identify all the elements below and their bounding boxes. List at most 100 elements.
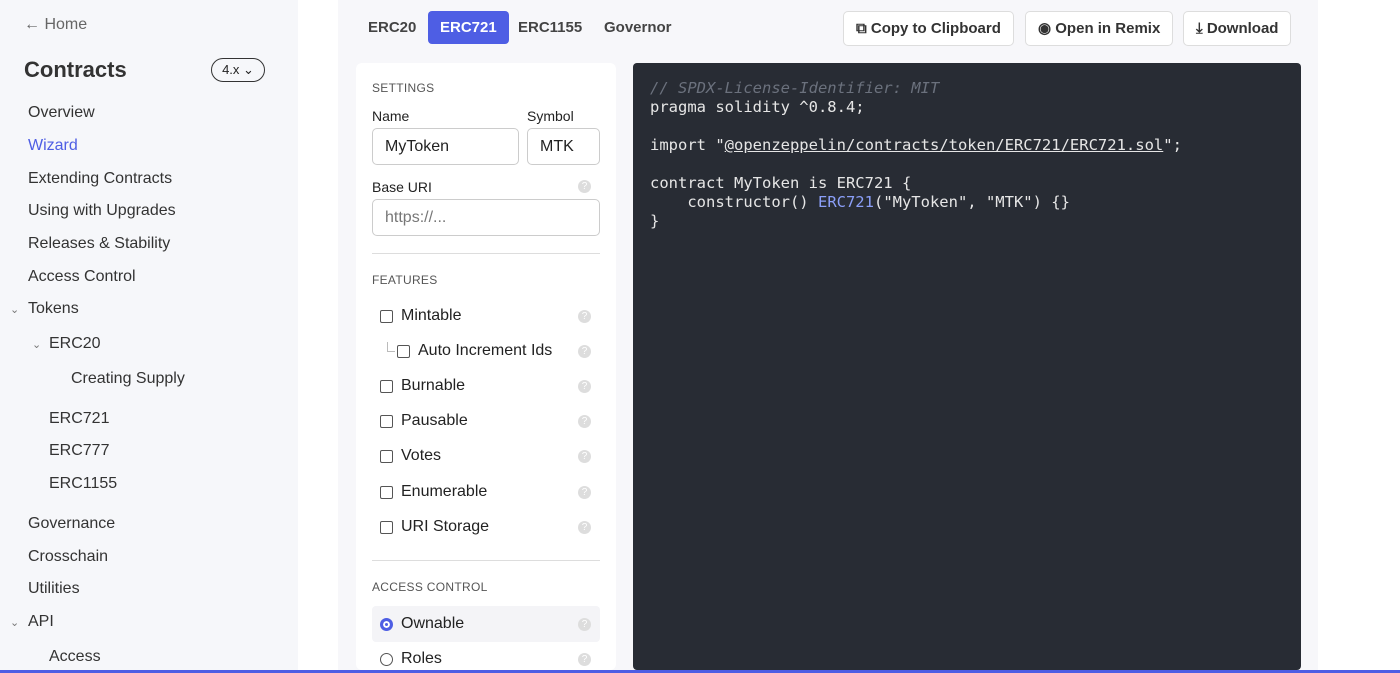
base-uri-input[interactable]: https://... <box>372 199 600 236</box>
remix-icon: ◉ <box>1038 20 1052 37</box>
option-label: Burnable <box>401 377 466 394</box>
nav-creating-supply[interactable]: Creating Supply <box>71 370 185 388</box>
name-label: Name <box>372 108 410 124</box>
settings-heading: SETTINGS <box>372 81 435 95</box>
radio[interactable] <box>380 617 393 631</box>
sidebar-title: Contracts <box>24 57 127 82</box>
help-icon[interactable]: ? <box>578 521 591 534</box>
uri-storage-checkbox[interactable]: URI Storage <box>380 518 489 536</box>
option-label: Roles <box>401 650 442 667</box>
option-label: Auto Increment Ids <box>418 342 553 359</box>
nav-access[interactable]: Access <box>49 648 101 666</box>
access-control-heading: ACCESS CONTROL <box>372 580 488 594</box>
option-label: Enumerable <box>401 483 488 500</box>
copy-to-clipboard-button[interactable]: ⧉ Copy to Clipboard <box>843 11 1014 46</box>
chevron-down-icon[interactable]: ⌄ <box>10 616 19 629</box>
checkbox[interactable] <box>380 309 393 323</box>
burnable-checkbox[interactable]: Burnable <box>380 377 465 395</box>
nav-crosschain[interactable]: Crosschain <box>28 548 108 566</box>
version-select[interactable]: 4.x ⌄ <box>211 58 265 82</box>
tab-governor[interactable]: Governor <box>592 11 684 44</box>
code-keyword: ERC721 <box>817 193 874 211</box>
checkbox[interactable] <box>380 414 393 428</box>
download-icon: ⤓ <box>1196 20 1203 37</box>
download-label: Download <box>1206 20 1279 37</box>
sidebar: ← Home Contracts 4.x ⌄ Overview Wizard E… <box>0 0 298 673</box>
base-uri-label: Base URI <box>372 179 432 195</box>
tree-connector <box>387 342 395 352</box>
code-editor[interactable]: // SPDX-License-Identifier: MIT pragma s… <box>633 63 1301 670</box>
help-icon[interactable]: ? <box>578 486 591 499</box>
nav-access-control[interactable]: Access Control <box>28 268 136 286</box>
nav-overview[interactable]: Overview <box>28 104 95 122</box>
radio[interactable] <box>380 652 393 666</box>
auto-increment-checkbox[interactable]: Auto Increment Ids <box>397 342 552 360</box>
nav-erc20[interactable]: ERC20 <box>49 335 101 353</box>
code-comment: // SPDX-License-Identifier: MIT <box>650 79 940 97</box>
code-line: contract MyToken is ERC721 { <box>650 174 912 192</box>
help-icon[interactable]: ? <box>578 653 591 666</box>
features-heading: FEATURES <box>372 273 438 287</box>
chevron-down-icon[interactable]: ⌄ <box>32 338 41 351</box>
help-icon[interactable]: ? <box>578 180 591 193</box>
chevron-down-icon[interactable]: ⌄ <box>10 303 19 316</box>
copy-icon: ⧉ <box>856 20 867 37</box>
nav-api[interactable]: API <box>28 613 54 631</box>
option-label: Mintable <box>401 307 462 324</box>
checkbox[interactable] <box>380 449 393 463</box>
nav-extending-contracts[interactable]: Extending Contracts <box>28 170 172 188</box>
open-in-remix-button[interactable]: ◉ Open in Remix <box>1025 11 1174 46</box>
name-input[interactable]: MyToken <box>372 128 519 165</box>
help-icon[interactable]: ? <box>578 415 591 428</box>
option-label: Votes <box>401 447 442 464</box>
votes-checkbox[interactable]: Votes <box>380 447 441 465</box>
option-label: URI Storage <box>401 518 490 535</box>
import-link[interactable]: @openzeppelin/contracts/token/ERC721/ERC… <box>725 136 1164 154</box>
code-line: import " <box>650 136 725 154</box>
code-line: "; <box>1163 136 1182 154</box>
option-label: Ownable <box>401 615 465 632</box>
tab-erc721[interactable]: ERC721 <box>428 11 509 44</box>
nav-erc777[interactable]: ERC777 <box>49 442 109 460</box>
nav-erc721[interactable]: ERC721 <box>49 410 109 428</box>
nav-governance[interactable]: Governance <box>28 515 115 533</box>
divider <box>372 253 600 254</box>
code-line: pragma solidity ^0.8.4; <box>650 98 865 116</box>
code-line: constructor() <box>650 193 818 211</box>
tab-erc20[interactable]: ERC20 <box>356 11 428 44</box>
help-icon[interactable]: ? <box>578 345 591 358</box>
checkbox[interactable] <box>380 485 393 499</box>
nav-using-with-upgrades[interactable]: Using with Upgrades <box>28 202 176 220</box>
controls-panel: SETTINGS Name Symbol MyToken MTK Base UR… <box>356 63 616 670</box>
checkbox[interactable] <box>380 379 393 393</box>
copy-label: Copy to Clipboard <box>870 20 1001 37</box>
help-icon[interactable]: ? <box>578 380 591 393</box>
nav-releases[interactable]: Releases & Stability <box>28 235 170 253</box>
checkbox[interactable] <box>397 344 410 358</box>
checkbox[interactable] <box>380 520 393 534</box>
remix-label: Open in Remix <box>1055 20 1161 37</box>
nav-tokens[interactable]: Tokens <box>28 300 79 318</box>
symbol-input[interactable]: MTK <box>527 128 600 165</box>
nav-wizard[interactable]: Wizard <box>28 137 78 155</box>
help-icon[interactable]: ? <box>578 618 591 631</box>
home-link[interactable]: ← Home <box>24 16 87 34</box>
enumerable-checkbox[interactable]: Enumerable <box>380 483 487 501</box>
download-button[interactable]: ⤓ Download <box>1183 11 1292 46</box>
nav-utilities[interactable]: Utilities <box>28 580 80 598</box>
nav-erc1155[interactable]: ERC1155 <box>49 475 117 493</box>
ownable-radio[interactable]: Ownable <box>380 615 464 633</box>
option-label: Pausable <box>401 412 468 429</box>
pausable-checkbox[interactable]: Pausable <box>380 412 468 430</box>
help-icon[interactable]: ? <box>578 310 591 323</box>
tab-erc1155[interactable]: ERC1155 <box>506 11 594 44</box>
help-icon[interactable]: ? <box>578 450 591 463</box>
version-label: 4.x <box>222 62 240 77</box>
chevron-down-icon: ⌄ <box>243 62 254 77</box>
mintable-checkbox[interactable]: Mintable <box>380 307 461 325</box>
symbol-label: Symbol <box>527 108 574 124</box>
roles-radio[interactable]: Roles <box>380 650 442 668</box>
code-line: ("MyToken", "MTK") {} <box>873 193 1070 211</box>
code-line: } <box>650 212 660 230</box>
divider <box>372 560 600 561</box>
